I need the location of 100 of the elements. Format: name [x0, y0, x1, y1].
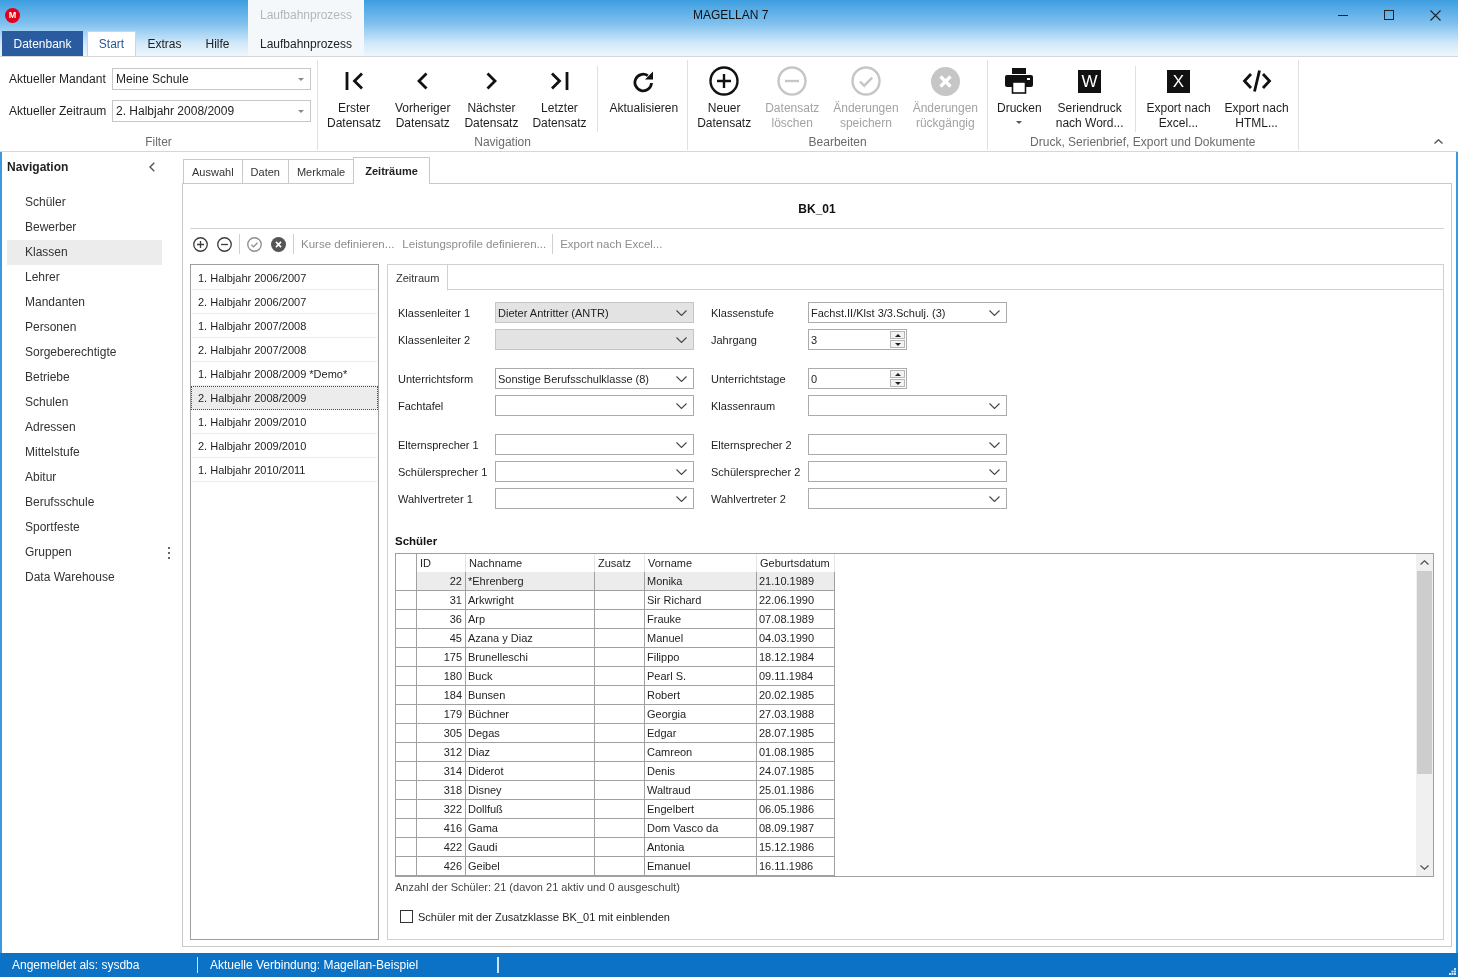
tab[interactable]: Zeiträume: [353, 157, 430, 184]
stepper-down-button[interactable]: [890, 340, 905, 348]
list-item[interactable]: 1. Halbjahr 2010/2011: [191, 458, 378, 482]
table-row[interactable]: 175 Brunelleschi Filippo 18.12.1984: [396, 648, 835, 667]
nav-item[interactable]: Lehrer: [7, 265, 162, 290]
table-row[interactable]: 180 Buck Pearl S. 09.11.1984: [396, 667, 835, 686]
table-row[interactable]: 31 Arkwright Sir Richard 22.06.1990: [396, 591, 835, 610]
table-row[interactable]: 36 Arp Frauke 07.08.1989: [396, 610, 835, 629]
list-item[interactable]: 2. Halbjahr 2006/2007: [191, 290, 378, 314]
list-item[interactable]: 2. Halbjahr 2009/2010: [191, 434, 378, 458]
field-label: Klassenraum: [711, 399, 777, 412]
ribbon-button[interactable]: Drucken: [990, 60, 1049, 124]
dropdown-field[interactable]: Meine Schule: [112, 68, 311, 90]
nav-item[interactable]: Adressen: [7, 415, 162, 440]
table-row[interactable]: 322 Dollfuß Engelbert 06.05.1986: [396, 800, 835, 819]
grip-dots-icon[interactable]: [167, 546, 170, 559]
table-cell: Antonia: [645, 838, 757, 857]
nav-item[interactable]: Abitur: [7, 465, 162, 490]
nav-item[interactable]: Klassen: [7, 240, 162, 265]
ribbon-button[interactable]: Nächster Datensatz: [457, 60, 526, 131]
x-circle-icon[interactable]: [271, 236, 286, 252]
maximize-icon[interactable]: [1384, 10, 1394, 20]
ribbon-tab[interactable]: Hilfe: [193, 31, 242, 56]
table-row[interactable]: 416 Gama Dom Vasco da 08.09.1987: [396, 819, 835, 838]
nav-item[interactable]: Mittelstufe: [7, 440, 162, 465]
dropdown-field[interactable]: [808, 434, 1007, 455]
nav-item[interactable]: Data Warehouse: [7, 565, 162, 590]
table-row[interactable]: 179 Büchner Georgia 27.03.1988: [396, 705, 835, 724]
table-cell: 305: [417, 724, 466, 743]
ribbon-button[interactable]: Letzter Datensatz: [525, 60, 594, 131]
dropdown-field[interactable]: [495, 488, 694, 509]
ribbon-tab[interactable]: Start: [87, 31, 136, 56]
list-item[interactable]: 1. Halbjahr 2007/2008: [191, 314, 378, 338]
minimize-icon[interactable]: [1338, 14, 1348, 16]
nav-item[interactable]: Gruppen: [7, 540, 162, 565]
chevron-down-icon[interactable]: [1420, 865, 1429, 870]
file-menu-button[interactable]: Datenbank: [2, 31, 83, 56]
ribbon-button[interactable]: Erster Datensatz: [320, 60, 389, 131]
dropdown-field[interactable]: [808, 395, 1007, 416]
table-row[interactable]: 422 Gaudi Antonia 15.12.1986: [396, 838, 835, 857]
ribbon-button[interactable]: Vorheriger Datensatz: [388, 60, 458, 131]
nav-item[interactable]: Betriebe: [7, 365, 162, 390]
table-cell: Azana y Diaz: [466, 629, 595, 648]
tab[interactable]: Zeitraum: [388, 265, 449, 291]
dropdown-field[interactable]: [495, 434, 694, 455]
table-cell: 314: [417, 762, 466, 781]
chevron-up-icon[interactable]: [1420, 560, 1429, 565]
ribbon-button[interactable]: Neuer Datensatz: [690, 60, 759, 131]
chevron-up-icon[interactable]: [1434, 139, 1443, 144]
list-item[interactable]: 2. Halbjahr 2008/2009: [191, 386, 378, 410]
triangle-up-icon: [894, 333, 901, 337]
table-row[interactable]: 312 Diaz Camreon 01.08.1985: [396, 743, 835, 762]
nav-item[interactable]: Sportfeste: [7, 515, 162, 540]
list-item[interactable]: 2. Halbjahr 2007/2008: [191, 338, 378, 362]
close-icon[interactable]: [1429, 9, 1441, 21]
tab[interactable]: Auswahl: [183, 159, 243, 183]
resize-grip-icon[interactable]: [1449, 968, 1456, 975]
nav-item[interactable]: Schulen: [7, 390, 162, 415]
dropdown-field[interactable]: Sonstige Berufsschulklasse (8): [495, 368, 694, 389]
checkbox-label[interactable]: Schüler mit der Zusatzklasse BK_01 mit einblenden: [418, 910, 670, 923]
ribbon-button[interactable]: Aktualisieren: [602, 60, 686, 116]
dropdown-field[interactable]: [495, 395, 694, 416]
stepper-up-button[interactable]: [890, 370, 905, 378]
plus-circle-icon[interactable]: [193, 236, 208, 252]
dropdown-field[interactable]: Fachst.II/Klst 3/3.Schulj. (3): [808, 302, 1007, 323]
chevron-left-icon[interactable]: [149, 161, 155, 172]
ribbon-tab[interactable]: Laufbahnprozess: [253, 31, 359, 56]
nav-item[interactable]: Personen: [7, 315, 162, 340]
dropdown-field[interactable]: [808, 461, 1007, 482]
vertical-scrollbar[interactable]: [1416, 554, 1433, 876]
dropdown-field[interactable]: [808, 488, 1007, 509]
nav-item[interactable]: Sorgeberechtigte: [7, 340, 162, 365]
list-item[interactable]: 1. Halbjahr 2009/2010: [191, 410, 378, 434]
ribbon-button[interactable]: Export nach HTML...: [1217, 60, 1296, 131]
stepper-down-button[interactable]: [890, 379, 905, 387]
checkbox[interactable]: [400, 910, 413, 923]
table-row[interactable]: 318 Disney Waltraud 25.01.1986: [396, 781, 835, 800]
number-field[interactable]: 0: [808, 368, 907, 389]
minus-circle-icon[interactable]: [217, 236, 232, 252]
nav-item[interactable]: Mandanten: [7, 290, 162, 315]
table-row[interactable]: 184 Bunsen Robert 20.02.1985: [396, 686, 835, 705]
ribbon-button[interactable]: W Seriendruck nach Word...: [1048, 60, 1131, 131]
table-row[interactable]: 305 Degas Edgar 28.07.1985: [396, 724, 835, 743]
nav-item[interactable]: Berufsschule: [7, 490, 162, 515]
dropdown-field[interactable]: 2. Halbjahr 2008/2009: [112, 100, 311, 122]
caret-down-icon: [298, 77, 304, 81]
stepper-up-button[interactable]: [890, 331, 905, 339]
list-item[interactable]: 1. Halbjahr 2006/2007: [191, 266, 378, 290]
ribbon-tab[interactable]: Extras: [140, 31, 189, 56]
nav-item[interactable]: Schüler: [7, 190, 162, 215]
table-cell: Buck: [466, 667, 595, 686]
scroll-thumb[interactable]: [1417, 571, 1432, 774]
table-row[interactable]: 45 Azana y Diaz Manuel 04.03.1990: [396, 629, 835, 648]
ribbon-button[interactable]: X Export nach Excel...: [1139, 60, 1218, 131]
number-field[interactable]: 3: [808, 329, 907, 350]
nav-item[interactable]: Bewerber: [7, 215, 162, 240]
table-row[interactable]: 22 *Ehrenberg Monika 21.10.1989: [396, 572, 835, 591]
table-row[interactable]: 314 Diderot Denis 24.07.1985: [396, 762, 835, 781]
table-row[interactable]: 426 Geibel Emanuel 16.11.1986: [396, 857, 835, 876]
dropdown-field[interactable]: [495, 461, 694, 482]
